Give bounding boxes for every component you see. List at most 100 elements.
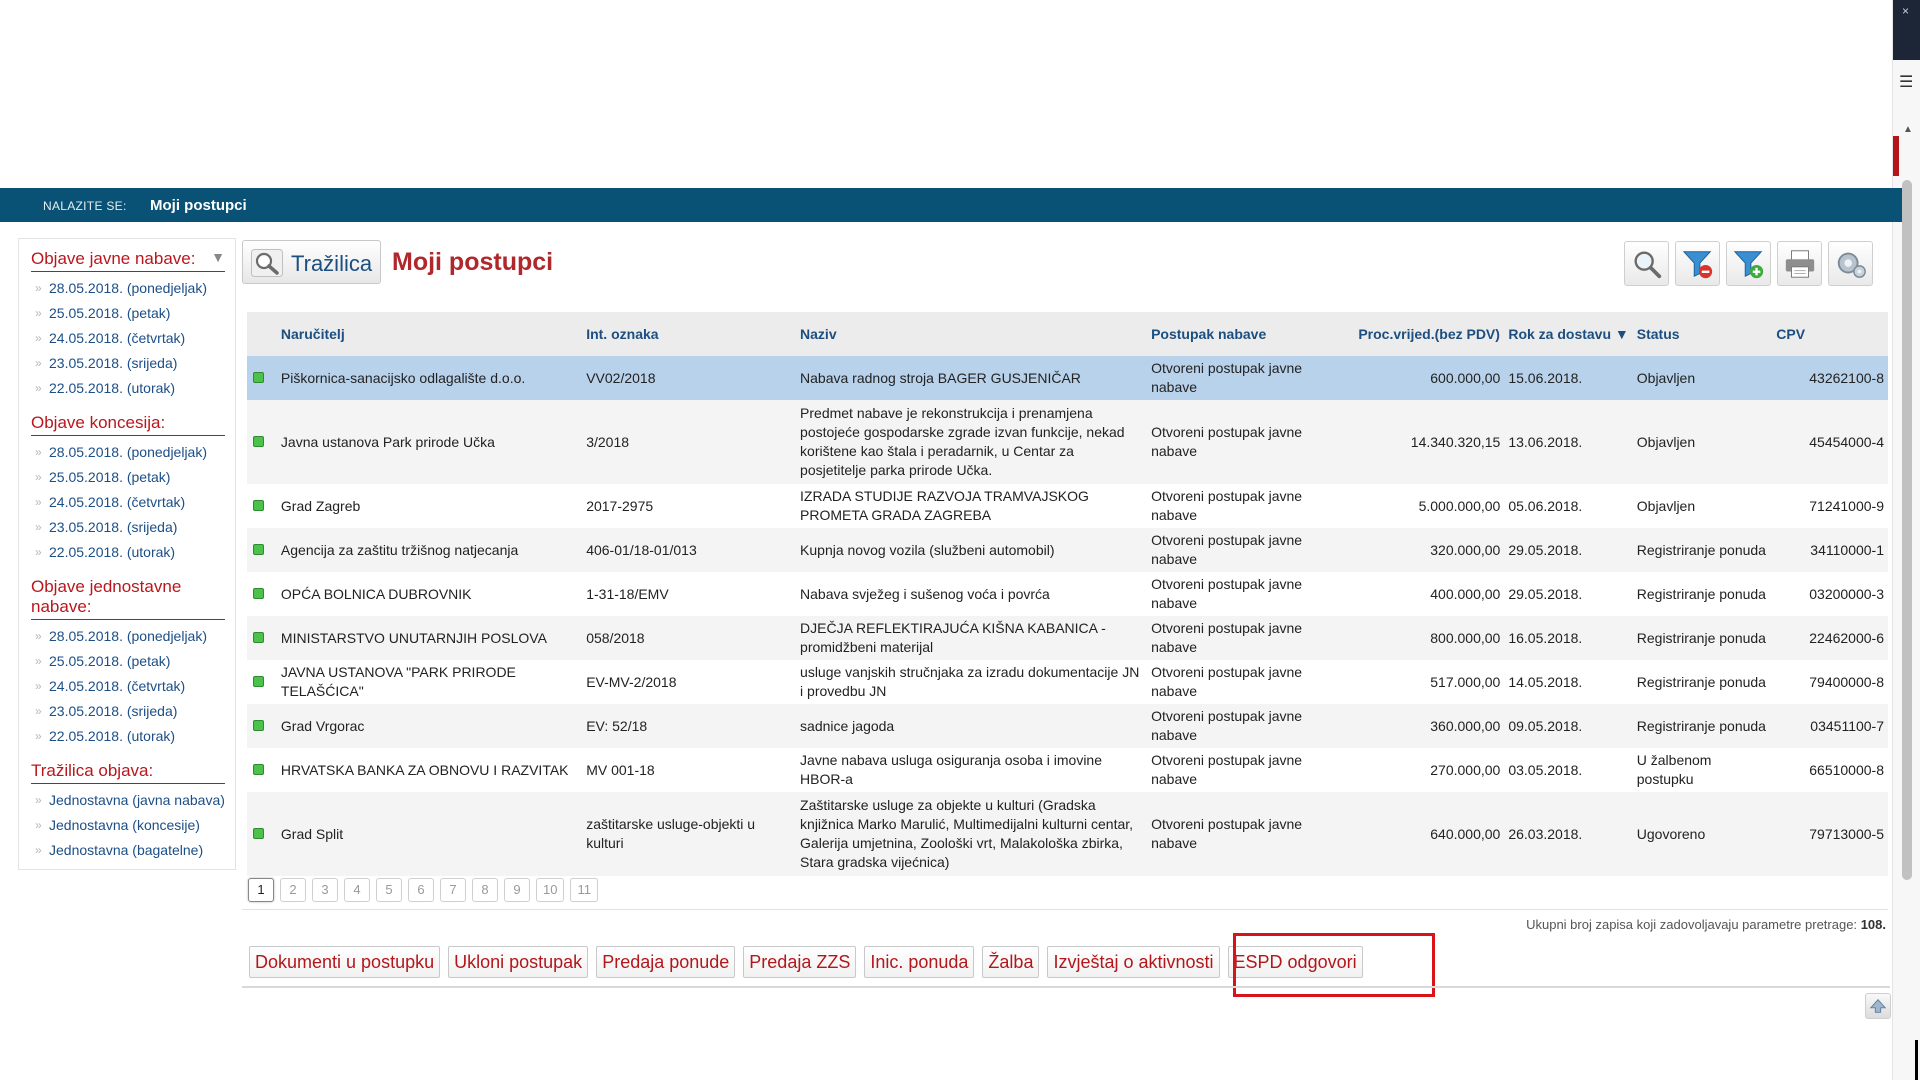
sidebar-link[interactable]: 24.05.2018. (četvrtak) [31,326,225,351]
status-indicator-cell [247,356,277,400]
initial-offer-button[interactable]: Inic. ponuda [864,946,975,978]
sidebar-section: Objave javne nabave: ▼ 28.05.2018. (ponedj… [31,239,225,403]
cell-vrijednost: 270.000,00 [1430,761,1501,778]
header-narucitelj[interactable]: Naručitelj [276,312,583,356]
status-indicator-icon [253,719,264,731]
search-toggle-button[interactable]: Tražilica [242,240,381,284]
status-indicator-icon [253,675,264,687]
table-row[interactable]: Javna ustanova Park prirode Učka 3/2018 Pr… [247,400,1888,484]
sidebar-link[interactable]: 23.05.2018. (srijeda) [31,699,225,724]
header-vrijednost[interactable]: Proc.vrijed.(bez PDV) [1354,312,1505,356]
table-row[interactable]: Agencija za zaštitu tržišnog natjecanja 4… [247,528,1888,572]
sidebar-section-title: Objave jednostavne nabave: [31,567,225,620]
page-button[interactable]: 2 [280,878,306,902]
sidebar-list: 28.05.2018. (ponedjeljak)25.05.2018. (pe… [31,436,225,567]
scroll-up-arrow-icon[interactable]: ▲ [1903,124,1913,135]
page-button[interactable]: 9 [504,878,530,902]
remove-procedure-button[interactable]: Ukloni postupak [448,946,589,978]
page-button[interactable]: 4 [344,878,370,902]
sidebar-link[interactable]: 23.05.2018. (srijeda) [31,515,225,540]
appeal-button[interactable]: Žalba [982,946,1040,978]
cell-oznaka: EV: 52/18 [586,717,648,734]
page-button[interactable]: 6 [408,878,434,902]
table-row[interactable]: OPĆA BOLNICA DUBROVNIK 1-31-18/EMV Nabava … [247,572,1888,616]
page-button[interactable]: 5 [376,878,402,902]
sidebar-link[interactable]: 24.05.2018. (četvrtak) [31,490,225,515]
activity-report-button[interactable]: Izvještaj o aktivnosti [1047,946,1220,978]
cell-rok: 05.06.2018. [1508,497,1583,514]
table-row[interactable]: Piškornica-sanacijsko odlagalište d.o.o.… [247,356,1888,400]
search-icon[interactable] [1624,241,1669,286]
sidebar-link[interactable]: 23.05.2018. (srijeda) [31,351,225,376]
divider [242,986,1890,988]
submit-zzs-button[interactable]: Predaja ZZS [743,946,857,978]
cell-status: Objavljen [1636,433,1696,450]
table-row[interactable]: MINISTARSTVO UNUTARNJIH POSLOVA 058/2018 D… [247,616,1888,660]
sidebar-link[interactable]: 25.05.2018. (petak) [31,301,225,326]
filter-remove-icon[interactable] [1675,241,1720,286]
header-postupak[interactable]: Postupak nabave [1147,312,1355,356]
cell-vrijednost: 600.000,00 [1430,369,1501,386]
status-indicator-icon [253,631,264,643]
status-indicator-icon [253,587,264,599]
cell-status: Registriranje ponuda [1636,673,1766,690]
header-rok[interactable]: Rok za dostavu ▼ [1504,312,1633,356]
sidebar-link[interactable]: Jednostavna (koncesije) [31,813,225,838]
cell-narucitelj: Agencija za zaštitu tržišnog natjecanja [280,541,519,558]
cell-rok: 29.05.2018. [1508,585,1583,602]
close-icon[interactable]: × [1902,4,1909,18]
cell-status: Registriranje ponuda [1636,717,1766,734]
table-row[interactable]: Grad Split zaštitarske usluge-objekti u k… [247,792,1888,876]
toolbar [1624,241,1873,286]
page-button[interactable]: 11 [570,878,598,902]
settings-icon[interactable] [1828,241,1873,286]
sidebar-link[interactable]: Jednostavna (javna nabava) [31,788,225,813]
cell-rok: 16.05.2018. [1508,629,1583,646]
breadcrumb-current[interactable]: Moji postupci [150,197,247,214]
header-cpv[interactable]: CPV [1772,312,1888,356]
page-button[interactable]: 3 [312,878,338,902]
sidebar-link[interactable]: Jednostavna (bagatelne) [31,838,225,863]
sidebar-section: Objave koncesija: 28.05.2018. (ponedjelja… [31,403,225,567]
filter-add-icon[interactable] [1726,241,1771,286]
sidebar-link[interactable]: 28.05.2018. (ponedjeljak) [31,440,225,465]
breadcrumb: NALAZITE SE: Moji postupci [0,188,1902,222]
header-status[interactable]: Status [1632,312,1773,356]
page-button[interactable]: 8 [472,878,498,902]
cell-status: Registriranje ponuda [1636,541,1766,558]
sidebar-link[interactable]: 25.05.2018. (petak) [31,649,225,674]
sidebar-link[interactable]: 28.05.2018. (ponedjeljak) [31,276,225,301]
sidebar-link[interactable]: 25.05.2018. (petak) [31,465,225,490]
cell-cpv: 66510000-8 [1809,761,1884,778]
table-row[interactable]: Grad Zagreb 2017-2975 IZRADA STUDIJE RAZVO… [247,484,1888,528]
header-naziv[interactable]: Naziv [796,312,1148,356]
sidebar-link[interactable]: 22.05.2018. (utorak) [31,540,225,565]
page-button[interactable]: 1 [248,878,274,902]
sidebar-link[interactable]: 22.05.2018. (utorak) [31,376,225,401]
cell-naziv: Zaštitarske usluge za objekte u kulturi … [800,797,1134,870]
table-row[interactable]: JAVNA USTANOVA "PARK PRIRODE TELAŠĆICA" E… [247,660,1888,704]
collapse-icon[interactable]: ▼ [211,247,225,267]
submit-offer-button[interactable]: Predaja ponude [596,946,736,978]
sidebar-section-title-text: Objave jednostavne nabave: [31,577,182,616]
sidebar-link[interactable]: 24.05.2018. (četvrtak) [31,674,225,699]
cell-oznaka: EV-MV-2/2018 [586,673,677,690]
header-int-oznaka[interactable]: Int. oznaka [582,312,797,356]
cell-narucitelj: OPĆA BOLNICA DUBROVNIK [280,585,472,602]
procurement-table: Naručitelj Int. oznaka Naziv Postupak na… [247,312,1888,876]
documents-button[interactable]: Dokumenti u postupku [249,946,441,978]
sidebar-link[interactable]: 28.05.2018. (ponedjeljak) [31,624,225,649]
cell-rok: 15.06.2018. [1508,369,1583,386]
table-row[interactable]: Grad Vrgorac EV: 52/18 sadnice jagoda Otvor… [247,704,1888,748]
browser-scrollbar[interactable]: × ☰ ▲ [1892,0,1920,1080]
scrollbar-thumb[interactable] [1902,180,1912,880]
cell-postupak: Otvoreni postupak javne nabave [1151,752,1303,787]
print-icon[interactable] [1777,241,1822,286]
page-button[interactable]: 10 [536,878,565,902]
back-to-top-button[interactable] [1865,993,1891,1019]
sidebar-list: 28.05.2018. (ponedjeljak)25.05.2018. (pe… [31,272,225,403]
menu-icon[interactable]: ☰ [1899,72,1913,92]
page-button[interactable]: 7 [440,878,466,902]
sidebar-link[interactable]: 22.05.2018. (utorak) [31,724,225,749]
table-row[interactable]: HRVATSKA BANKA ZA OBNOVU I RAZVITAK MV 00… [247,748,1888,792]
